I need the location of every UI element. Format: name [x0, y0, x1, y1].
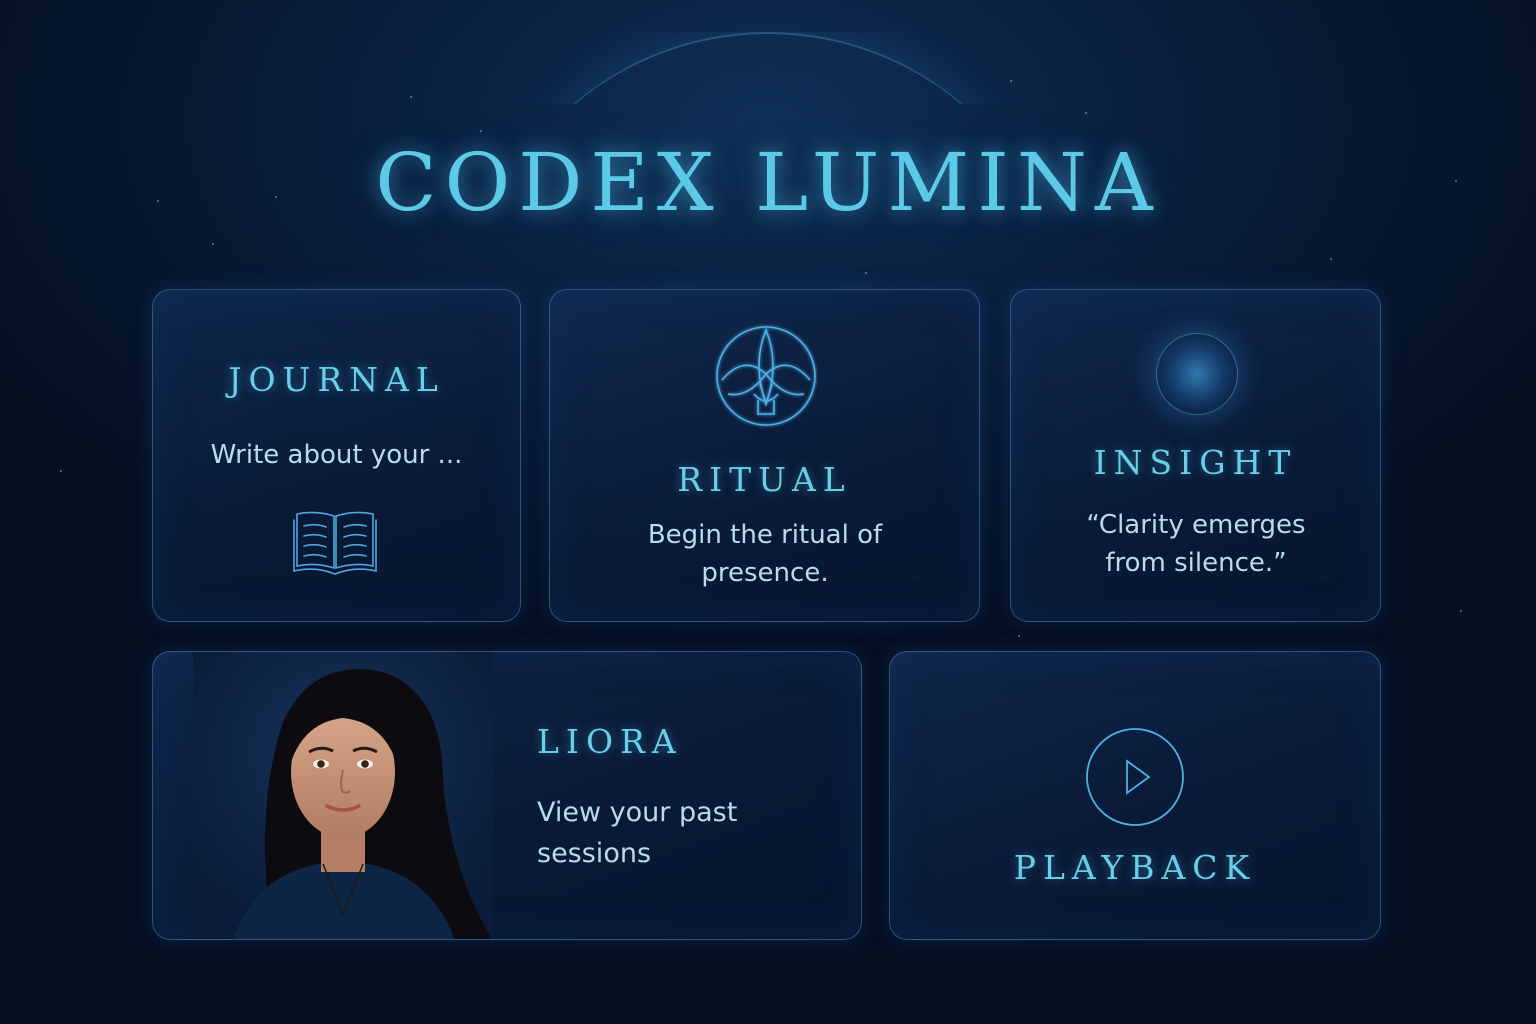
star: [1010, 80, 1012, 82]
insight-title: INSIGHT: [1093, 443, 1298, 482]
star: [480, 130, 482, 132]
star: [212, 243, 214, 245]
journal-title: JOURNAL: [228, 360, 445, 399]
star: [1085, 112, 1087, 114]
play-icon: [1086, 728, 1184, 826]
glowing-orb-icon: [1156, 333, 1238, 415]
playback-card[interactable]: PLAYBACK: [889, 651, 1381, 940]
open-book-icon: [293, 511, 377, 575]
liora-text: View your past sessions: [537, 797, 738, 869]
liora-card[interactable]: LIORA View your past sessions: [152, 651, 862, 940]
star: [410, 96, 412, 98]
star: [1460, 610, 1462, 612]
ritual-text: Begin the ritual of presence.: [647, 520, 883, 588]
star: [1330, 258, 1332, 260]
liora-title: LIORA: [537, 722, 683, 761]
ritual-card[interactable]: RITUAL Begin the ritual of presence.: [549, 289, 980, 622]
journal-prompt: Write about your ...: [210, 440, 463, 470]
insight-card[interactable]: INSIGHT “Clarity emerges from silence.”: [1010, 289, 1381, 622]
lotus-emblem-icon: [716, 326, 816, 426]
ritual-title: RITUAL: [677, 460, 852, 499]
star: [60, 470, 62, 472]
insight-quote: “Clarity emerges from silence.”: [1086, 510, 1306, 578]
star: [865, 272, 867, 274]
app-title: CODEX LUMINA: [375, 136, 1161, 229]
avatar: [193, 652, 493, 939]
star: [1018, 635, 1020, 637]
playback-title: PLAYBACK: [1013, 848, 1257, 887]
journal-card[interactable]: JOURNAL Write about your ...: [152, 289, 521, 622]
play-button[interactable]: [1085, 727, 1185, 827]
